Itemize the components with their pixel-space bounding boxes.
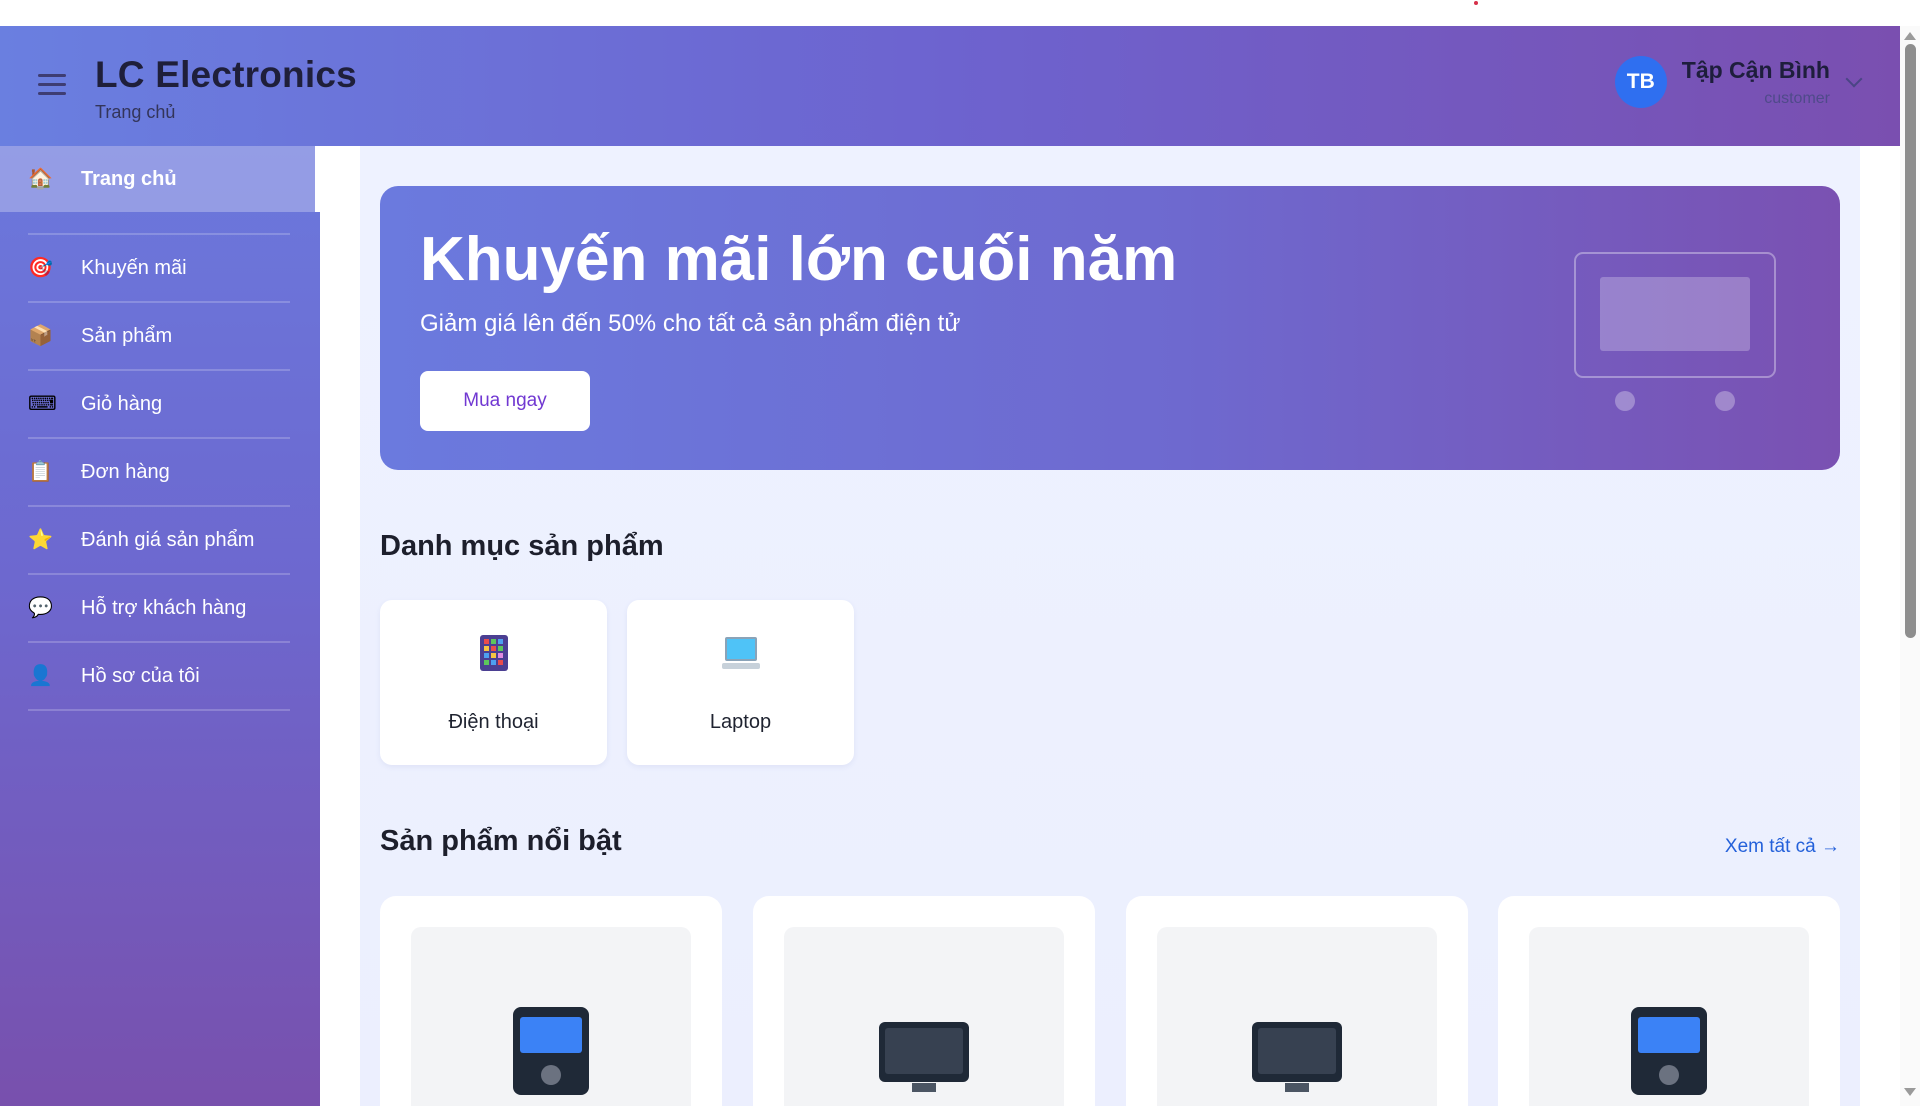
sidebar-item-cart[interactable]: ⌨ Giỏ hàng — [0, 371, 320, 437]
product-image — [784, 927, 1064, 1106]
sidebar-item-label: Giỏ hàng — [81, 392, 163, 415]
sidebar-item-products[interactable]: 📦 Sản phẩm — [0, 303, 320, 369]
category-label: Laptop — [709, 711, 772, 733]
star-icon: ⭐ — [28, 529, 53, 551]
breadcrumb: Trang chủ — [95, 102, 176, 122]
top-strip — [0, 0, 1900, 26]
divider — [28, 709, 290, 711]
speech-bubble-icon: 💬 — [28, 597, 53, 619]
sidebar-item-home[interactable]: 🏠 Trang chủ — [0, 146, 320, 212]
avatar[interactable]: TB — [1614, 56, 1667, 108]
user-role: customer — [1764, 89, 1830, 107]
sidebar-item-promotions[interactable]: 🎯 Khuyến mãi — [0, 235, 320, 301]
category-label: Điện thoại — [448, 711, 539, 733]
user-icon: 👤 — [28, 665, 53, 687]
section-title-categories: Danh mục sản phẩm — [380, 530, 664, 562]
phone-icon — [411, 1005, 691, 1097]
phone-icon — [1529, 1005, 1809, 1097]
product-card[interactable] — [380, 896, 722, 1106]
see-all-link[interactable]: Xem tất cả → — [1725, 836, 1840, 858]
user-menu[interactable]: TB Tập Cận Bình customer — [1614, 56, 1863, 108]
product-image — [411, 927, 691, 1106]
keyboard-icon: ⌨ — [28, 393, 57, 415]
promo-banner: Khuyến mãi lớn cuối năm Giảm giá lên đến… — [380, 186, 1840, 470]
sidebar-item-support[interactable]: 💬 Hỗ trợ khách hàng — [0, 575, 320, 641]
sidebar-item-label: Đánh giá sản phẩm — [81, 528, 255, 551]
sidebar-item-label: Đơn hàng — [81, 460, 170, 483]
sidebar-item-profile[interactable]: 👤 Hồ sơ của tôi — [0, 643, 320, 709]
product-image — [1157, 927, 1437, 1106]
app-header: LC Electronics Trang chủ TB Tập Cận Bình… — [0, 26, 1900, 146]
app-title: LC Electronics — [95, 54, 357, 95]
indicator-dot — [1474, 1, 1478, 5]
clipboard-icon: 📋 — [28, 461, 53, 483]
package-icon: 📦 — [28, 325, 53, 347]
sidebar-item-orders[interactable]: 📋 Đơn hàng — [0, 439, 320, 505]
product-card[interactable] — [1498, 896, 1840, 1106]
user-name: Tập Cận Bình — [1681, 56, 1830, 83]
monitor-icon — [784, 1021, 1064, 1093]
category-card-phone[interactable]: Điện thoại — [380, 600, 607, 765]
section-title-featured: Sản phẩm nổi bật — [380, 825, 622, 857]
sidebar-item-label: Hồ sơ của tôi — [81, 664, 200, 687]
product-card[interactable] — [1126, 896, 1468, 1106]
monitor-icon — [1157, 1021, 1437, 1093]
main-content: Khuyến mãi lớn cuối năm Giảm giá lên đến… — [360, 146, 1860, 1106]
shop-now-button[interactable]: Mua ngay — [420, 371, 590, 431]
target-icon: 🎯 — [28, 257, 53, 279]
laptop-icon — [627, 634, 854, 677]
sidebar: 🏠 Trang chủ 🎯 Khuyến mãi 📦 Sản phẩm ⌨ Gi… — [0, 146, 320, 1106]
product-card[interactable] — [753, 896, 1095, 1106]
hamburger-menu-icon[interactable] — [38, 74, 66, 96]
sidebar-item-label: Hỗ trợ khách hàng — [81, 596, 247, 619]
sidebar-item-reviews[interactable]: ⭐ Đánh giá sản phẩm — [0, 507, 320, 573]
scrollbar-thumb[interactable] — [1905, 44, 1916, 638]
phone-icon — [380, 634, 607, 677]
user-info: Tập Cận Bình customer — [1682, 57, 1830, 108]
house-icon: 🏠 — [28, 168, 53, 190]
brand: LC Electronics Trang chủ — [95, 54, 357, 123]
product-image — [1529, 927, 1809, 1106]
sidebar-item-label: Sản phẩm — [81, 324, 173, 347]
chevron-down-icon[interactable] — [1845, 70, 1863, 88]
device-illustration-icon — [1574, 252, 1776, 411]
scroll-down-arrow-icon[interactable] — [1904, 1088, 1916, 1096]
banner-subtitle: Giảm giá lên đến 50% cho tất cả sản phẩm… — [420, 310, 961, 337]
scroll-up-arrow-icon[interactable] — [1904, 32, 1916, 40]
sidebar-item-label: Khuyến mãi — [81, 256, 187, 279]
banner-title: Khuyến mãi lớn cuối năm — [420, 225, 1178, 294]
sidebar-item-label: Trang chủ — [81, 167, 177, 190]
category-card-laptop[interactable]: Laptop — [627, 600, 854, 765]
